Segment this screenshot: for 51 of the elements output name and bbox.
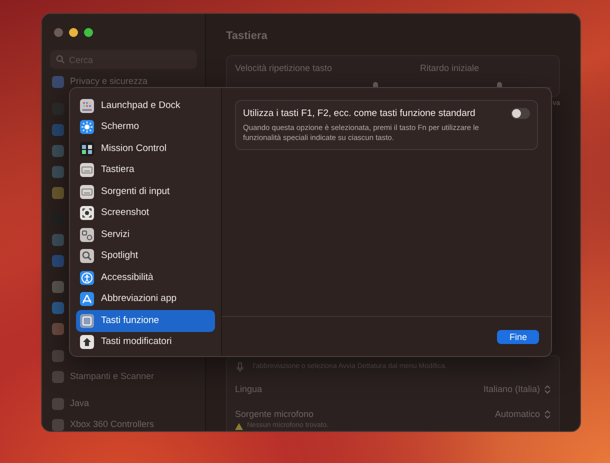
done-button[interactable]: Fine <box>497 330 539 344</box>
key-icon <box>80 314 94 328</box>
app-icon <box>52 322 64 334</box>
chevron-icon <box>544 385 551 394</box>
app-icon <box>52 234 64 246</box>
app-icon <box>52 302 64 314</box>
search-icon <box>56 55 65 64</box>
sidebar-item[interactable]: Spotlight <box>76 246 215 267</box>
app-icon <box>52 144 64 156</box>
sidebar-item[interactable]: Servizi <box>76 224 215 246</box>
sidebar-item[interactable]: Tasti modificatori <box>76 332 215 353</box>
microphone-icon <box>235 362 245 372</box>
chevron-icon <box>544 410 551 419</box>
sidebar-item[interactable]: Sorgenti di input <box>76 181 215 202</box>
sidebar-item[interactable]: Tasti funzione <box>76 310 215 332</box>
keyboard-icon <box>80 184 94 199</box>
arrow-up-icon <box>80 335 94 350</box>
screenshot-icon <box>80 206 94 220</box>
row-label: Sorgente microfono <box>235 408 314 421</box>
grid-icon <box>80 98 94 113</box>
app-icon <box>52 166 64 178</box>
sun-icon <box>80 120 94 134</box>
sidebar-item[interactable]: Schermo <box>76 116 215 138</box>
zoom-button[interactable] <box>84 28 93 37</box>
app-icon <box>52 254 64 266</box>
app-icon <box>52 398 64 410</box>
minimize-button[interactable] <box>69 28 78 37</box>
search-icon <box>80 249 94 264</box>
app-store-icon <box>80 292 94 306</box>
app-icon <box>52 350 64 362</box>
accessibility-icon <box>80 270 94 285</box>
app-icon <box>52 186 64 198</box>
sidebar-item[interactable]: Abbreviazioni app <box>76 288 215 310</box>
sidebar-item[interactable]: Mission Control <box>76 138 215 160</box>
sidebar-item[interactable]: Tastiera <box>76 160 215 181</box>
sidebar-item[interactable]: Screenshot <box>76 202 215 224</box>
sidebar-item[interactable]: Accessibilità <box>76 267 215 288</box>
window-title: Tastiera <box>226 29 268 44</box>
close-button[interactable] <box>54 28 63 37</box>
gears-icon <box>80 228 94 242</box>
app-icon <box>52 280 64 292</box>
sidebar-item[interactable]: Launchpad e Dock <box>76 95 215 116</box>
row-label: Lingua <box>235 383 262 396</box>
option-title: Utilizza i tasti F1, F2, ecc. come tasti funzione standard <box>243 107 476 121</box>
toggle-switch[interactable] <box>511 108 530 119</box>
keyboard-icon <box>80 163 94 178</box>
windows-icon <box>80 142 94 156</box>
app-icon <box>52 124 64 136</box>
slider-label: Velocità ripetizione tasto <box>235 62 334 75</box>
warning-icon <box>235 422 243 430</box>
slider-label: Ritardo iniziale <box>420 62 480 74</box>
